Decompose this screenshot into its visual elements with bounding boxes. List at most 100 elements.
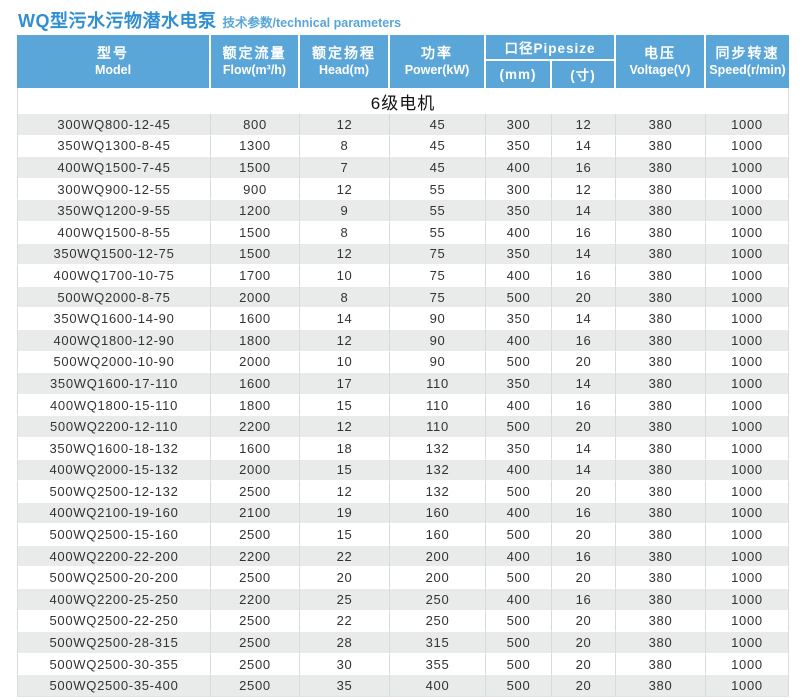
cell: 55 [390, 200, 486, 222]
cell: 1000 [706, 654, 789, 676]
cell: 20 [552, 654, 616, 676]
cell: 2500 [211, 675, 300, 697]
cell: 380 [616, 265, 706, 287]
cell: 380 [616, 287, 706, 309]
header-model-en: Model [17, 63, 209, 79]
cell: 380 [616, 114, 706, 136]
cell: 500WQ2500-30-355 [17, 654, 211, 676]
spec-table: 型号 Model 额定流量 Flow(m³/h) 额定扬程 Head(m) 功率… [17, 35, 789, 697]
cell: 30 [300, 654, 390, 676]
cell: 1000 [706, 416, 789, 438]
table-row: 500WQ2500-15-160250015160500203801000 [17, 524, 789, 546]
table-row: 400WQ1500-8-551500855400163801000 [17, 222, 789, 244]
cell: 400 [486, 546, 552, 568]
cell: 14 [552, 373, 616, 395]
cell: 900 [211, 179, 300, 201]
header-pipesize-inch-label: (寸) [570, 68, 596, 83]
cell: 400WQ2000-15-132 [17, 460, 211, 482]
cell: 380 [616, 179, 706, 201]
cell: 75 [390, 287, 486, 309]
cell: 132 [390, 481, 486, 503]
cell: 1000 [706, 546, 789, 568]
cell: 500WQ2500-22-250 [17, 611, 211, 633]
cell: 2500 [211, 654, 300, 676]
cell: 1000 [706, 524, 789, 546]
header-pipesize-mm-label: (mm) [500, 67, 537, 82]
cell: 350WQ1600-18-132 [17, 438, 211, 460]
page-title-bar: WQ型污水污物潜水电泵技术参数/technical parameters [18, 7, 401, 33]
header-voltage: 电压 Voltage(V) [616, 35, 706, 88]
cell: 160 [390, 503, 486, 525]
cell: 19 [300, 503, 390, 525]
header-head: 额定扬程 Head(m) [300, 35, 390, 88]
cell: 12 [300, 330, 390, 352]
cell: 20 [552, 567, 616, 589]
cell: 380 [616, 567, 706, 589]
cell: 400WQ1500-8-55 [17, 222, 211, 244]
page-title: WQ型污水污物潜水电泵 [18, 11, 217, 31]
cell: 350 [486, 244, 552, 266]
cell: 250 [390, 589, 486, 611]
header-pipesize-mm: (mm) [486, 61, 552, 88]
cell: 1000 [706, 589, 789, 611]
cell: 75 [390, 265, 486, 287]
cell: 1000 [706, 395, 789, 417]
cell: 16 [552, 222, 616, 244]
cell: 500WQ2200-12-110 [17, 416, 211, 438]
cell: 400 [486, 157, 552, 179]
header-voltage-en: Voltage(V) [616, 63, 704, 79]
cell: 500 [486, 567, 552, 589]
table-row: 500WQ2500-30-355250030355500203801000 [17, 654, 789, 676]
cell: 350WQ1200-9-55 [17, 200, 211, 222]
cell: 500WQ2500-35-400 [17, 675, 211, 697]
cell: 1000 [706, 222, 789, 244]
cell: 18 [300, 438, 390, 460]
cell: 200 [390, 567, 486, 589]
cell: 350 [486, 308, 552, 330]
cell: 500 [486, 632, 552, 654]
cell: 2200 [211, 546, 300, 568]
cell: 350 [486, 200, 552, 222]
header-model-cn: 型号 [17, 44, 209, 63]
table-row: 350WQ1600-14-9016001490350143801000 [17, 308, 789, 330]
cell: 2000 [211, 460, 300, 482]
cell: 380 [616, 546, 706, 568]
cell: 400 [486, 589, 552, 611]
cell: 500WQ2500-28-315 [17, 632, 211, 654]
cell: 400 [390, 675, 486, 697]
cell: 16 [552, 395, 616, 417]
cell: 400 [486, 503, 552, 525]
cell: 10 [300, 265, 390, 287]
cell: 15 [300, 395, 390, 417]
cell: 16 [552, 157, 616, 179]
cell: 17 [300, 373, 390, 395]
cell: 20 [300, 567, 390, 589]
cell: 160 [390, 524, 486, 546]
cell: 400WQ2200-25-250 [17, 589, 211, 611]
cell: 380 [616, 460, 706, 482]
cell: 1500 [211, 244, 300, 266]
cell: 14 [552, 438, 616, 460]
cell: 350 [486, 438, 552, 460]
table-row: 400WQ1500-7-451500745400163801000 [17, 157, 789, 179]
table-row: 400WQ1700-10-7517001075400163801000 [17, 265, 789, 287]
header-flow-en: Flow(m³/h) [211, 63, 298, 79]
cell: 1000 [706, 179, 789, 201]
header-power-cn: 功率 [390, 44, 484, 63]
cell: 1700 [211, 265, 300, 287]
cell: 20 [552, 287, 616, 309]
cell: 12 [300, 481, 390, 503]
cell: 200 [390, 546, 486, 568]
cell: 400 [486, 330, 552, 352]
cell: 1600 [211, 373, 300, 395]
header-voltage-cn: 电压 [616, 44, 704, 63]
cell: 2000 [211, 287, 300, 309]
cell: 250 [390, 611, 486, 633]
cell: 1800 [211, 395, 300, 417]
table-row: 500WQ2500-35-400250035400500203801000 [17, 675, 789, 697]
cell: 45 [390, 114, 486, 136]
cell: 400 [486, 395, 552, 417]
cell: 400WQ1800-15-110 [17, 395, 211, 417]
cell: 1000 [706, 632, 789, 654]
cell: 55 [390, 179, 486, 201]
